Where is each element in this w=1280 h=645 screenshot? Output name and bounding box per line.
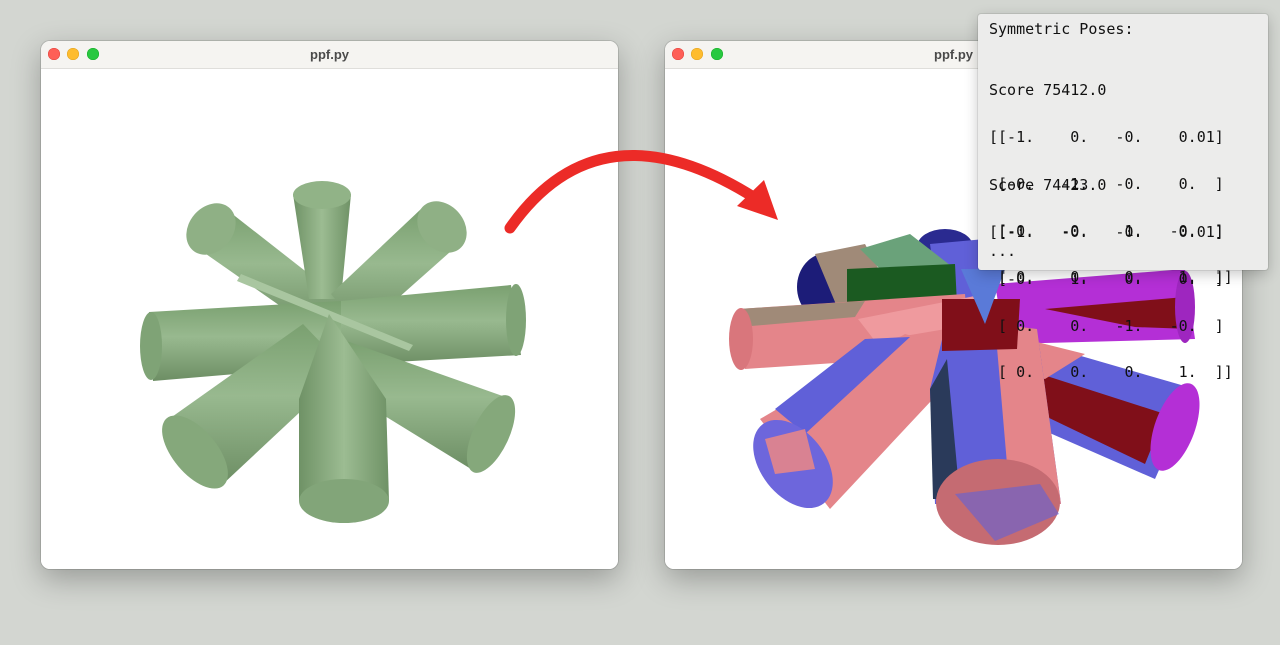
matrix-row: [ 0. 0. -1. -0. ] bbox=[989, 316, 1224, 335]
symmetric-poses-panel: Symmetric Poses: Score 75412.0 [[-1. 0. … bbox=[978, 14, 1268, 380]
pose-score: Score 74423.0 bbox=[989, 176, 1107, 195]
matrix-row: [-0. 1. 0. 0. ] bbox=[989, 269, 1224, 288]
panel-header: Symmetric Poses: bbox=[989, 20, 1134, 38]
matrix-row: [[-1. -0. -0. 0.01] bbox=[989, 222, 1224, 241]
pose-entry-2: Score 74423.0 [[-1. -0. -0. 0.01] [-0. 1… bbox=[989, 147, 1233, 412]
pose-score: Score 75412.0 bbox=[989, 81, 1107, 100]
matrix-row: [ 0. 0. 0. 1. ]] bbox=[989, 363, 1233, 382]
matrix-row: [[-1. 0. -0. 0.01] bbox=[989, 127, 1224, 146]
more-ellipsis: ... bbox=[989, 242, 1017, 260]
